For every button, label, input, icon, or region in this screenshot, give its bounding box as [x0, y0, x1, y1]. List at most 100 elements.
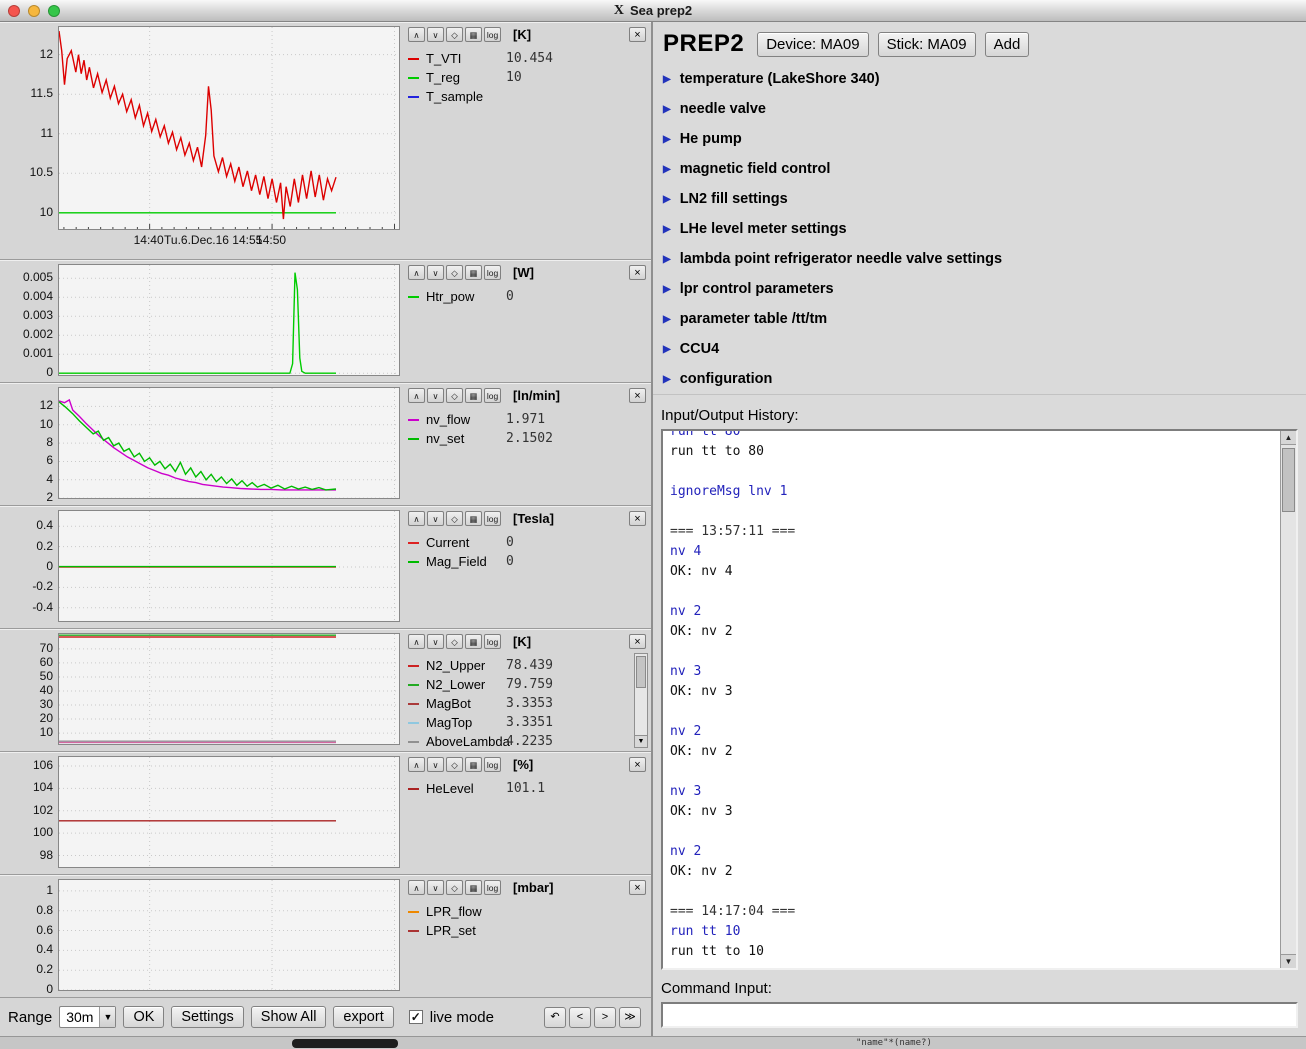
scroll-down-button[interactable]: ∨	[427, 388, 444, 403]
autoscale-button[interactable]: ◇	[446, 634, 463, 649]
plot-canvas-5[interactable]	[58, 756, 400, 868]
ok-button[interactable]: OK	[123, 1006, 164, 1028]
plot-canvas-3[interactable]	[58, 510, 400, 622]
close-window-button[interactable]	[8, 5, 20, 17]
legend-scrollbar-thumb[interactable]	[636, 656, 646, 688]
log-scale-button[interactable]: log	[484, 27, 501, 42]
grid-options-button[interactable]: ▦	[465, 265, 482, 280]
close-plot-button[interactable]: ×	[629, 757, 646, 772]
log-scale-button[interactable]: log	[484, 880, 501, 895]
tree-item-4[interactable]: ▶LN2 fill settings	[663, 184, 1296, 214]
show-all-button[interactable]: Show All	[251, 1006, 327, 1028]
plot-canvas-0[interactable]	[58, 26, 400, 230]
expand-triangle-icon[interactable]: ▶	[663, 284, 671, 295]
pan-left-button[interactable]: <	[569, 1007, 591, 1028]
tree-item-6[interactable]: ▶lambda point refrigerator needle valve …	[663, 244, 1296, 274]
log-scale-button[interactable]: log	[484, 634, 501, 649]
expand-triangle-icon[interactable]: ▶	[663, 194, 671, 205]
autoscale-button[interactable]: ◇	[446, 388, 463, 403]
device-button[interactable]: Device: MA09	[757, 32, 868, 57]
plot-canvas-6[interactable]	[58, 879, 400, 991]
close-plot-button[interactable]: ×	[629, 27, 646, 42]
scroll-down-button[interactable]: ∨	[427, 511, 444, 526]
autoscale-button[interactable]: ◇	[446, 511, 463, 526]
close-plot-button[interactable]: ×	[629, 511, 646, 526]
scroll-down-button[interactable]: ∨	[427, 880, 444, 895]
zoom-window-button[interactable]	[48, 5, 60, 17]
expand-triangle-icon[interactable]: ▶	[663, 134, 671, 145]
grid-options-button[interactable]: ▦	[465, 511, 482, 526]
tree-item-8[interactable]: ▶parameter table /tt/tm	[663, 304, 1296, 334]
scroll-down-arrow[interactable]: ▼	[1281, 954, 1296, 968]
log-scale-button[interactable]: log	[484, 388, 501, 403]
live-mode-checkbox[interactable]: ✓	[409, 1010, 423, 1024]
jump-latest-button[interactable]: ≫	[619, 1007, 641, 1028]
close-plot-button[interactable]: ×	[629, 388, 646, 403]
grid-options-button[interactable]: ▦	[465, 388, 482, 403]
expand-triangle-icon[interactable]: ▶	[663, 164, 671, 175]
log-scale-button[interactable]: log	[484, 511, 501, 526]
settings-button[interactable]: Settings	[171, 1006, 243, 1028]
tree-item-5[interactable]: ▶LHe level meter settings	[663, 214, 1296, 244]
scroll-up-button[interactable]: ∧	[408, 265, 425, 280]
grid-options-button[interactable]: ▦	[465, 27, 482, 42]
plot-canvas-4[interactable]	[58, 633, 400, 745]
io-history-box[interactable]: run tt 80run tt to 80 ignoreMsg lnv 1 ==…	[661, 429, 1298, 970]
tree-item-3[interactable]: ▶magnetic field control	[663, 154, 1296, 184]
stick-button[interactable]: Stick: MA09	[878, 32, 976, 57]
unit-label: [K]	[513, 27, 531, 42]
autoscale-button[interactable]: ◇	[446, 757, 463, 772]
log-scale-button[interactable]: log	[484, 757, 501, 772]
grid-options-button[interactable]: ▦	[465, 634, 482, 649]
step-back-button[interactable]: ↶	[544, 1007, 566, 1028]
autoscale-button[interactable]: ◇	[446, 880, 463, 895]
expand-triangle-icon[interactable]: ▶	[663, 254, 671, 265]
scroll-up-button[interactable]: ∧	[408, 27, 425, 42]
expand-triangle-icon[interactable]: ▶	[663, 314, 671, 325]
unit-label: [mbar]	[513, 880, 553, 895]
scroll-up-button[interactable]: ∧	[408, 511, 425, 526]
io-scrollbar[interactable]: ▲ ▼	[1280, 431, 1296, 968]
autoscale-button[interactable]: ◇	[446, 265, 463, 280]
scroll-down-button[interactable]: ∨	[427, 265, 444, 280]
minimize-window-button[interactable]	[28, 5, 40, 17]
plot-canvas-1[interactable]	[58, 264, 400, 376]
scroll-up-button[interactable]: ∧	[408, 880, 425, 895]
scroll-down-button[interactable]: ∨	[427, 634, 444, 649]
expand-triangle-icon[interactable]: ▶	[663, 224, 671, 235]
expand-triangle-icon[interactable]: ▶	[663, 74, 671, 85]
tree-item-2[interactable]: ▶He pump	[663, 124, 1296, 154]
expand-triangle-icon[interactable]: ▶	[663, 104, 671, 115]
plot-canvas-2[interactable]	[58, 387, 400, 499]
pan-right-button[interactable]: >	[594, 1007, 616, 1028]
scrollbar-thumb[interactable]	[1282, 448, 1295, 512]
close-plot-button[interactable]: ×	[629, 634, 646, 649]
tree-item-10[interactable]: ▶configuration	[663, 364, 1296, 394]
titlebar[interactable]: X Sea prep2	[0, 0, 1306, 22]
scroll-down-button[interactable]: ∨	[427, 757, 444, 772]
scroll-up-button[interactable]: ∧	[408, 634, 425, 649]
series-color-dash	[408, 665, 419, 667]
grid-options-button[interactable]: ▦	[465, 880, 482, 895]
scroll-down-button[interactable]: ∨	[427, 27, 444, 42]
log-scale-button[interactable]: log	[484, 265, 501, 280]
add-button[interactable]: Add	[985, 32, 1030, 57]
close-plot-button[interactable]: ×	[629, 880, 646, 895]
tree-item-0[interactable]: ▶temperature (LakeShore 340)	[663, 64, 1296, 94]
command-input[interactable]	[661, 1002, 1298, 1028]
range-dropdown[interactable]: 30m ▼	[59, 1006, 116, 1028]
legend-scroll-down-arrow[interactable]: ▼	[635, 735, 647, 747]
export-button[interactable]: export	[333, 1006, 393, 1028]
autoscale-button[interactable]: ◇	[446, 27, 463, 42]
grid-options-button[interactable]: ▦	[465, 757, 482, 772]
close-plot-button[interactable]: ×	[629, 265, 646, 280]
legend-scrollbar[interactable]: ▼	[634, 653, 648, 748]
scroll-up-button[interactable]: ∧	[408, 757, 425, 772]
expand-triangle-icon[interactable]: ▶	[663, 374, 671, 385]
tree-item-7[interactable]: ▶lpr control parameters	[663, 274, 1296, 304]
scroll-up-button[interactable]: ∧	[408, 388, 425, 403]
tree-item-1[interactable]: ▶needle valve	[663, 94, 1296, 124]
scroll-up-arrow[interactable]: ▲	[1281, 431, 1296, 445]
expand-triangle-icon[interactable]: ▶	[663, 344, 671, 355]
tree-item-9[interactable]: ▶CCU4	[663, 334, 1296, 364]
